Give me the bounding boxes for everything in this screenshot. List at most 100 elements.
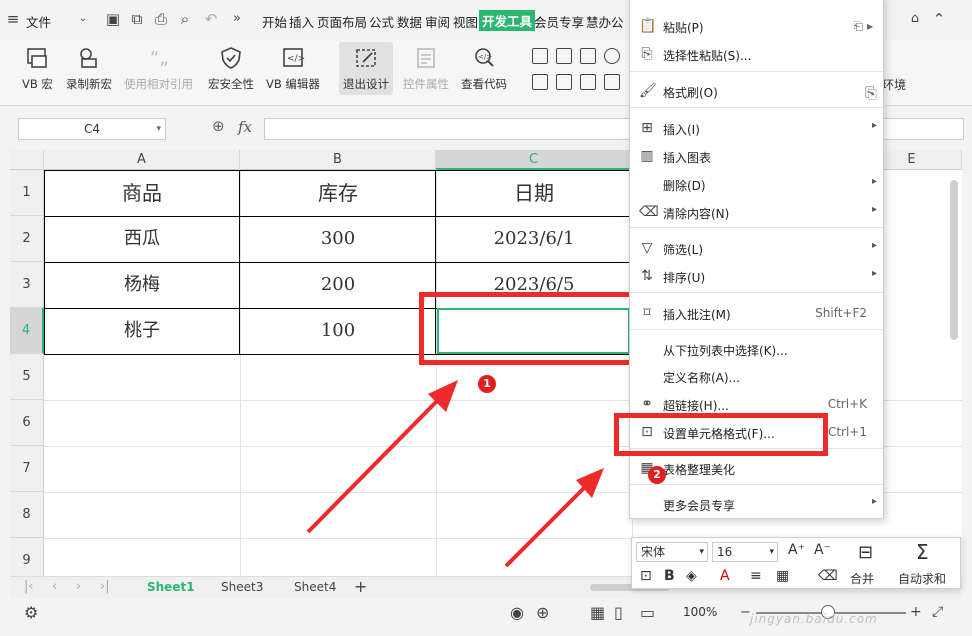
menu-item-paste[interactable]: 📋 粘贴(P) ⎗ ▸	[630, 13, 883, 39]
cut-item-partial[interactable]	[636, 0, 876, 3]
menu-item-define-name[interactable]: 定义名称(A)...	[630, 363, 883, 389]
share-icon[interactable]: ⌂	[906, 10, 924, 28]
cell-b4[interactable]: 100	[240, 308, 436, 354]
macro-status-icon[interactable]: ⚙	[24, 603, 38, 622]
eye-protection-icon[interactable]: ◉	[510, 603, 524, 622]
column-header-b[interactable]: B	[240, 150, 436, 170]
chevron-down-icon[interactable]: ▾	[156, 119, 161, 139]
zoom-level[interactable]: 100%	[683, 605, 717, 619]
row-header-8[interactable]: 8	[10, 492, 44, 538]
cell-b2[interactable]: 300	[240, 216, 436, 262]
combobox-control-icon[interactable]	[604, 74, 620, 90]
tab-insert[interactable]: 插入	[289, 12, 314, 31]
cell-c2[interactable]: 2023/6/1	[436, 216, 632, 262]
prev-sheet-icon[interactable]: ‹	[52, 579, 57, 594]
autosum-label[interactable]: 自动求和	[898, 570, 946, 587]
merge-label[interactable]: 合并	[850, 570, 874, 587]
menu-item-sort[interactable]: ⇅ 排序(U) ▸	[630, 263, 883, 289]
borders-icon[interactable]: ▦	[776, 568, 789, 584]
menu-item-pick-from-list[interactable]: 从下拉列表中选择(K)...	[630, 336, 883, 362]
vb-editor-button[interactable]: </> VB 编辑器	[266, 46, 320, 92]
last-sheet-icon[interactable]: ›|	[100, 579, 110, 594]
row-header-6[interactable]: 6	[10, 400, 44, 446]
cell-c1[interactable]: 日期	[436, 170, 632, 216]
page-layout-view-icon[interactable]: ▯	[614, 603, 623, 622]
column-header-a[interactable]: A	[44, 150, 240, 170]
label-control-icon[interactable]	[532, 74, 548, 90]
save-icon[interactable]: ▣	[104, 10, 122, 28]
collapse-ribbon-icon[interactable]: ⌃	[930, 10, 948, 28]
exit-design-button[interactable]: 退出设计	[339, 42, 393, 95]
row-header-1[interactable]: 1	[10, 170, 44, 216]
menu-item-insert-comment[interactable]: ⌑ 插入批注(M) Shift+F2	[630, 300, 883, 326]
paste-options-icon[interactable]: ⎗ ▸	[854, 19, 873, 34]
cell-a1[interactable]: 商品	[44, 170, 240, 216]
menu-item-delete[interactable]: 删除(D) ▸	[630, 171, 883, 197]
increase-font-icon[interactable]: A⁺	[788, 542, 805, 558]
page-break-view-icon[interactable]: ▭	[640, 603, 655, 622]
textbox-control-icon[interactable]	[556, 48, 572, 64]
tab-member[interactable]: 会员专享	[534, 12, 584, 31]
cell-a3[interactable]: 杨梅	[44, 262, 240, 308]
font-size-select[interactable]: 16 ▾	[712, 542, 778, 562]
view-code-button[interactable]: </> 查看代码	[461, 46, 507, 92]
align-icon[interactable]: ≡	[750, 568, 762, 584]
zoom-icon[interactable]: ⊕	[212, 117, 225, 135]
row-header-2[interactable]: 2	[10, 216, 44, 262]
zoom-in-icon[interactable]: +	[910, 604, 922, 620]
undo-icon[interactable]: ↶	[202, 10, 220, 28]
more-icon[interactable]: »	[228, 10, 246, 28]
menu-item-format-painter[interactable]: 🖌 格式刷(O) ⎘	[630, 78, 883, 104]
tab-home[interactable]: 开始	[262, 12, 287, 31]
format-painter-pin-icon[interactable]: ⎘	[865, 84, 877, 102]
print-icon[interactable]: ⎙	[152, 10, 170, 28]
menu-item-insert[interactable]: ⊞ 插入(I) ▸	[630, 115, 883, 141]
print-preview-icon[interactable]: ⌕	[176, 10, 194, 28]
tab-page-layout[interactable]: 页面布局	[317, 12, 367, 31]
row-header-5[interactable]: 5	[10, 354, 44, 400]
menu-item-insert-chart[interactable]: ▥ 插入图表	[630, 143, 883, 169]
chevron-down-icon[interactable]: ⌄	[74, 10, 92, 28]
row-header-4[interactable]: 4	[10, 308, 44, 354]
listbox-control-icon[interactable]	[580, 74, 596, 90]
bold-icon[interactable]: B	[664, 568, 675, 584]
cell-a4[interactable]: 桃子	[44, 308, 240, 354]
row-header-7[interactable]: 7	[10, 446, 44, 492]
function-icon[interactable]: fx	[238, 118, 252, 136]
select-all-corner[interactable]	[10, 150, 44, 170]
menu-item-clear-contents[interactable]: ⌫ 清除内容(N) ▸	[630, 199, 883, 225]
radio-control-icon[interactable]	[604, 48, 620, 64]
cell-b1[interactable]: 库存	[240, 170, 436, 216]
fullscreen-icon[interactable]: ⤢	[932, 604, 943, 620]
autosum-icon[interactable]: Σ	[916, 540, 929, 564]
macro-security-button[interactable]: 宏安全性	[208, 46, 254, 92]
row-header-3[interactable]: 3	[10, 262, 44, 308]
menu-item-more-member[interactable]: 更多会员专享 ▸	[630, 491, 883, 517]
merge-cells-icon[interactable]: ⊟	[858, 542, 873, 563]
vertical-scrollbar[interactable]	[950, 180, 958, 340]
menu-file[interactable]: 文件	[26, 12, 51, 31]
normal-view-icon[interactable]: ▦	[590, 603, 605, 622]
next-sheet-icon[interactable]: ›	[76, 579, 81, 594]
environment-button[interactable]: 环境	[882, 76, 906, 93]
checkbox-control-icon[interactable]	[532, 48, 548, 64]
clear-format-icon[interactable]: ⌫	[818, 568, 838, 584]
relative-reference-button[interactable]: “„ 使用相对引用	[124, 46, 193, 92]
column-header-c[interactable]: C	[436, 150, 632, 170]
tab-review[interactable]: 审阅	[425, 12, 450, 31]
decrease-font-icon[interactable]: A⁻	[814, 542, 831, 558]
sheet-tab-sheet3[interactable]: Sheet3	[221, 580, 263, 594]
tab-hui-office[interactable]: 慧办公	[586, 12, 624, 31]
cell-b3[interactable]: 200	[240, 262, 436, 308]
name-box[interactable]: C4 ▾	[18, 118, 166, 140]
tab-data[interactable]: 数据	[397, 12, 422, 31]
add-sheet-button[interactable]: +	[354, 577, 367, 596]
row-header-9[interactable]: 9	[10, 538, 44, 576]
tab-view[interactable]: 视图	[453, 12, 478, 31]
vb-macro-button[interactable]: VB 宏	[22, 46, 53, 92]
cell-a2[interactable]: 西瓜	[44, 216, 240, 262]
fill-color-icon[interactable]: ◈	[686, 568, 697, 584]
spin-control-icon[interactable]	[556, 74, 572, 90]
first-sheet-icon[interactable]: |‹	[24, 579, 34, 594]
sheet-tab-sheet4[interactable]: Sheet4	[294, 580, 336, 594]
